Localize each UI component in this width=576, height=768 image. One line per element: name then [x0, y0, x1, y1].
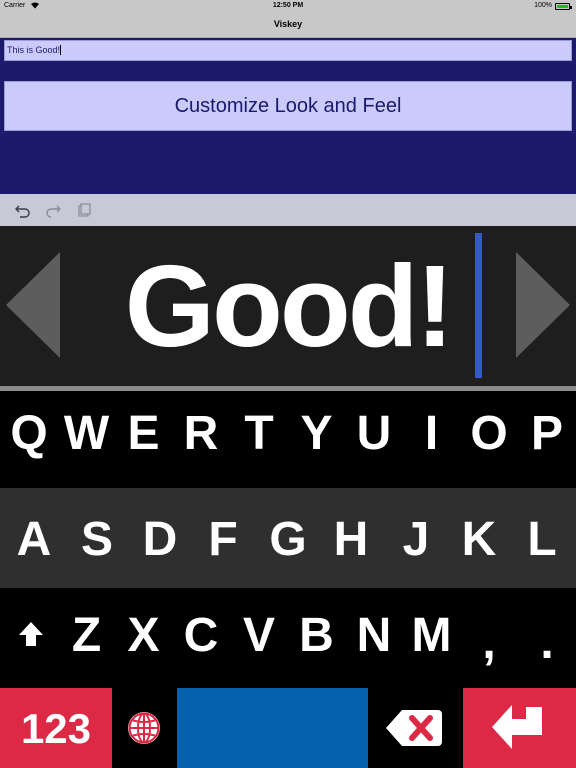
- backspace-icon[interactable]: [384, 706, 444, 750]
- key-z[interactable]: Z: [58, 588, 115, 688]
- navigation-bar: Viskey: [0, 13, 576, 38]
- battery-percent: 100%: [534, 2, 552, 9]
- keyboard-bottom-row: 123: [0, 688, 576, 768]
- redo-icon[interactable]: [43, 200, 63, 220]
- clock: 12:50 PM: [272, 2, 304, 9]
- space-key[interactable]: [177, 688, 368, 768]
- nav-title: Viskey: [273, 19, 303, 29]
- key-x[interactable]: X: [115, 588, 172, 688]
- key-u[interactable]: U: [345, 391, 403, 488]
- text-input[interactable]: This is Good!: [4, 40, 572, 61]
- key-d[interactable]: D: [131, 488, 189, 588]
- key-r[interactable]: R: [172, 391, 230, 488]
- text-caret: [60, 45, 62, 55]
- preview-word: Good!: [124, 241, 454, 371]
- key-y[interactable]: Y: [288, 391, 345, 488]
- keyboard-row-3: Z X C V B N M , .: [0, 588, 576, 688]
- key-b[interactable]: B: [288, 588, 345, 688]
- key-period[interactable]: .: [518, 588, 576, 688]
- key-comma[interactable]: ,: [460, 588, 518, 688]
- key-e[interactable]: E: [115, 391, 172, 488]
- status-bar: Carrier 12:50 PM 100%: [0, 0, 576, 13]
- numbers-key[interactable]: 123: [0, 688, 112, 768]
- key-j[interactable]: J: [387, 488, 445, 588]
- word-preview: Good!: [0, 226, 576, 386]
- shift-arrow-icon: [19, 622, 43, 646]
- customize-look-and-feel-button[interactable]: Customize Look and Feel: [4, 81, 572, 131]
- key-h[interactable]: H: [322, 488, 380, 588]
- key-c[interactable]: C: [172, 588, 230, 688]
- globe-icon[interactable]: [122, 708, 166, 748]
- keyboard-row-2: A S D F G H J K L: [0, 488, 576, 588]
- keyboard-toolbar: [0, 194, 576, 226]
- key-s[interactable]: S: [68, 488, 126, 588]
- key-f[interactable]: F: [194, 488, 252, 588]
- shift-key[interactable]: [5, 588, 55, 688]
- undo-icon[interactable]: [13, 200, 33, 220]
- key-m[interactable]: M: [403, 588, 460, 688]
- paste-icon[interactable]: [74, 200, 94, 220]
- key-v[interactable]: V: [230, 588, 288, 688]
- keyboard-row-1: Q W E R T Y U I O P: [0, 391, 576, 488]
- return-arrow-icon: [492, 705, 542, 749]
- key-a[interactable]: A: [5, 488, 63, 588]
- key-l[interactable]: L: [513, 488, 571, 588]
- app-content: This is Good! Customize Look and Feel: [0, 38, 576, 194]
- return-key[interactable]: [463, 688, 576, 768]
- key-n[interactable]: N: [345, 588, 403, 688]
- key-o[interactable]: O: [460, 391, 518, 488]
- text-input-value: This is Good!: [7, 45, 61, 55]
- key-w[interactable]: W: [58, 391, 115, 488]
- key-i[interactable]: I: [403, 391, 460, 488]
- key-g[interactable]: G: [259, 488, 317, 588]
- key-p[interactable]: P: [518, 391, 576, 488]
- preview-cursor: [475, 233, 482, 378]
- key-k[interactable]: K: [450, 488, 508, 588]
- key-t[interactable]: T: [230, 391, 288, 488]
- key-q[interactable]: Q: [0, 391, 58, 488]
- next-arrow-icon[interactable]: [516, 252, 570, 358]
- battery-icon: [555, 3, 572, 10]
